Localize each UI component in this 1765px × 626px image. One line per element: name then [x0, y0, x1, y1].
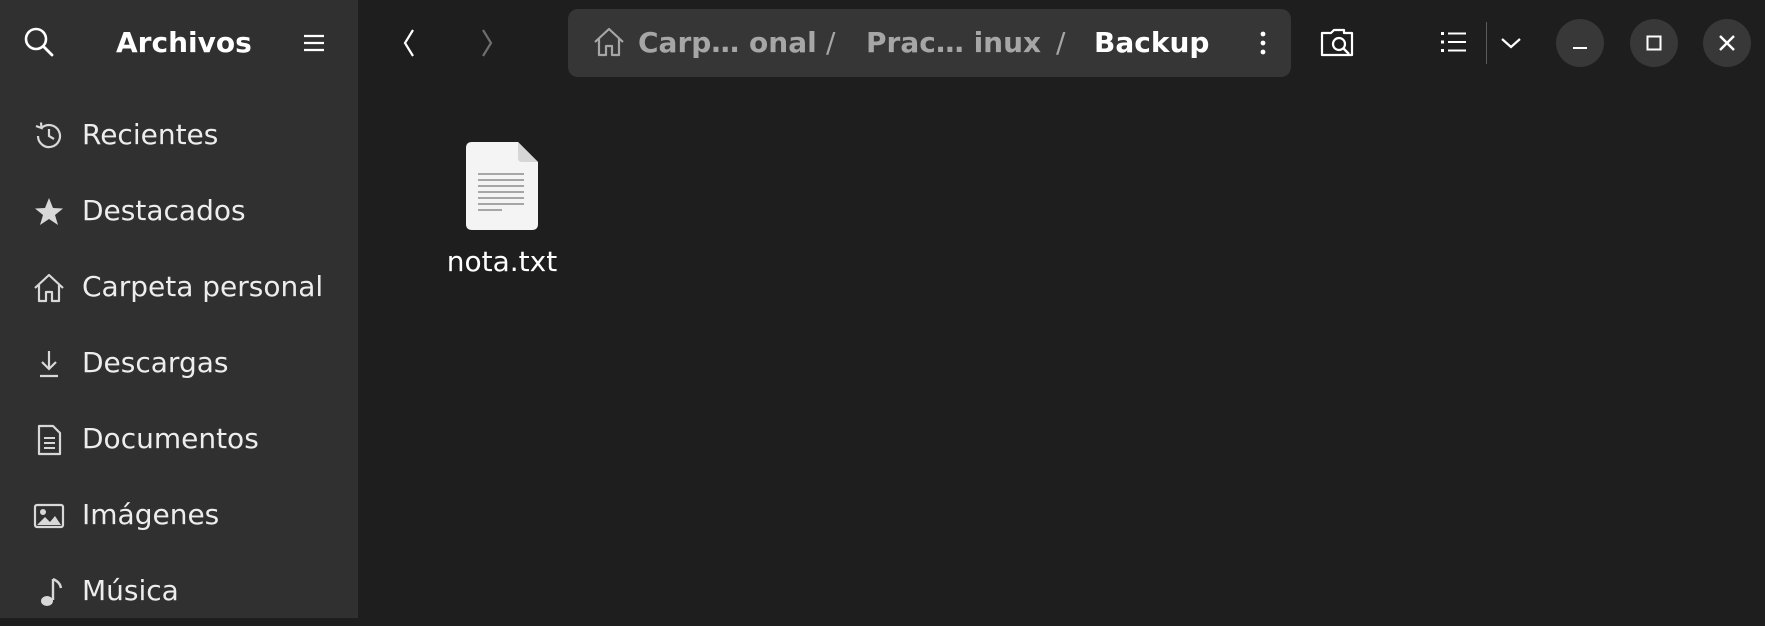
sidebar-item-descargas[interactable]: Descargas — [0, 326, 358, 398]
sidebar-item-imagenes[interactable]: Imágenes — [0, 478, 358, 550]
chevron-right-icon — [482, 29, 493, 57]
file-name: nota.txt — [446, 245, 558, 278]
search-folder-button[interactable] — [1318, 24, 1358, 62]
sidebar-item-recientes[interactable]: Recientes — [0, 98, 358, 170]
file-item[interactable]: nota.txt — [434, 132, 570, 282]
breadcrumb-separator: / — [1056, 26, 1066, 59]
download-icon — [31, 346, 67, 382]
sidebar-item-musica[interactable]: Música — [0, 554, 358, 626]
clock-history-icon — [31, 118, 67, 154]
maximize-button[interactable] — [1630, 19, 1678, 67]
sidebar-item-label: Documentos — [82, 422, 259, 455]
text-file-icon — [464, 140, 540, 232]
star-icon — [31, 194, 67, 230]
home-icon[interactable] — [592, 25, 626, 59]
path-bar: Carp… onal / Prac… inux / Backup — [568, 9, 1291, 77]
app-title: Archivos — [116, 26, 252, 59]
list-view-button[interactable] — [1438, 26, 1470, 58]
chevron-down-icon — [1501, 38, 1521, 49]
breadcrumb-item[interactable]: Carp… onal — [638, 25, 817, 61]
back-button[interactable] — [388, 22, 428, 64]
view-divider — [1486, 22, 1487, 64]
sidebar-item-label: Recientes — [82, 118, 219, 151]
chevron-left-icon — [403, 29, 414, 57]
hamburger-menu-icon[interactable] — [298, 28, 330, 58]
close-button[interactable] — [1703, 19, 1751, 67]
minimize-button[interactable] — [1556, 19, 1604, 67]
sidebar-item-label: Descargas — [82, 346, 229, 379]
forward-button[interactable] — [468, 22, 508, 64]
search-icon[interactable] — [22, 25, 56, 59]
sidebar-item-label: Destacados — [82, 194, 246, 227]
more-options-icon[interactable] — [1248, 27, 1278, 59]
sidebar-item-label: Música — [82, 574, 179, 607]
sidebar-item-label: Imágenes — [82, 498, 220, 531]
minimize-icon — [1573, 47, 1587, 49]
folder-search-icon — [1320, 28, 1354, 57]
close-icon — [1719, 35, 1735, 51]
sidebar-item-carpeta-personal[interactable]: Carpeta personal — [0, 250, 358, 322]
sidebar-item-documentos[interactable]: Documentos — [0, 402, 358, 474]
sidebar-item-destacados[interactable]: Destacados — [0, 174, 358, 246]
sidebar-header: Archivos — [0, 0, 358, 86]
breadcrumb-separator: / — [826, 26, 836, 59]
breadcrumb-item[interactable]: Prac… inux — [866, 25, 1041, 61]
sidebar: Archivos Recientes Destacados Carpeta pe… — [0, 0, 358, 618]
view-options-button[interactable] — [1496, 28, 1526, 58]
document-icon — [31, 422, 67, 458]
music-icon — [31, 574, 67, 610]
breadcrumb-current[interactable]: Backup — [1094, 25, 1209, 61]
maximize-icon — [1646, 35, 1662, 51]
list-view-icon — [1441, 32, 1466, 52]
sidebar-item-label: Carpeta personal — [82, 270, 324, 303]
image-icon — [31, 498, 67, 534]
home-icon — [31, 270, 67, 306]
